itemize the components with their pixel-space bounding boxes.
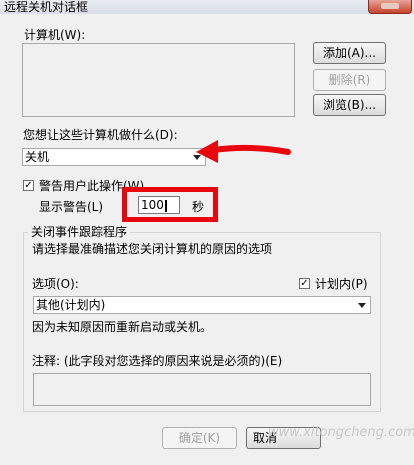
display-warning-label: 显示警告(L) [39,200,104,214]
planned-checkbox[interactable]: ✓ [299,278,310,289]
computers-list[interactable] [22,43,295,117]
chevron-down-icon[interactable] [355,298,369,312]
close-button[interactable] [368,0,412,14]
comment-label: 注释: (此字段对您选择的原因来说是必须的)(E) [32,354,283,368]
window-title: 远程关机对话框 [4,0,89,14]
action-select[interactable]: 关机 [22,148,206,166]
event-tracker-title: 关闭事件跟踪程序 [28,223,131,240]
option-label: 选项(O): [32,277,79,291]
reason-select[interactable]: 其他(计划内) [33,296,371,314]
action-select-value: 关机 [25,150,50,164]
warn-user-checkbox[interactable]: ✓ [23,180,34,191]
add-button[interactable]: 添加(A)... [313,42,386,64]
tracker-description: 请选择最准确描述您关闭计算机的原因的选项 [32,242,273,256]
planned-label: 计划内(P) [315,277,368,291]
reason-description: 因为未知原因而重新启动或关机。 [32,320,213,334]
reason-select-value: 其他(计划内) [36,298,106,312]
action-label: 您想让这些计算机做什么(D): [23,128,178,142]
ok-button[interactable]: 确定(K) [162,427,237,449]
remove-button[interactable]: 删除(R) [313,69,386,91]
red-arrow-annotation [196,140,291,163]
computers-label: 计算机(W): [24,28,86,42]
red-highlight-box [122,187,218,222]
watermark-text: www.xitongcheng.com [268,425,414,440]
comment-textarea[interactable] [33,373,371,406]
browse-button[interactable]: 浏览(B)... [313,94,386,116]
